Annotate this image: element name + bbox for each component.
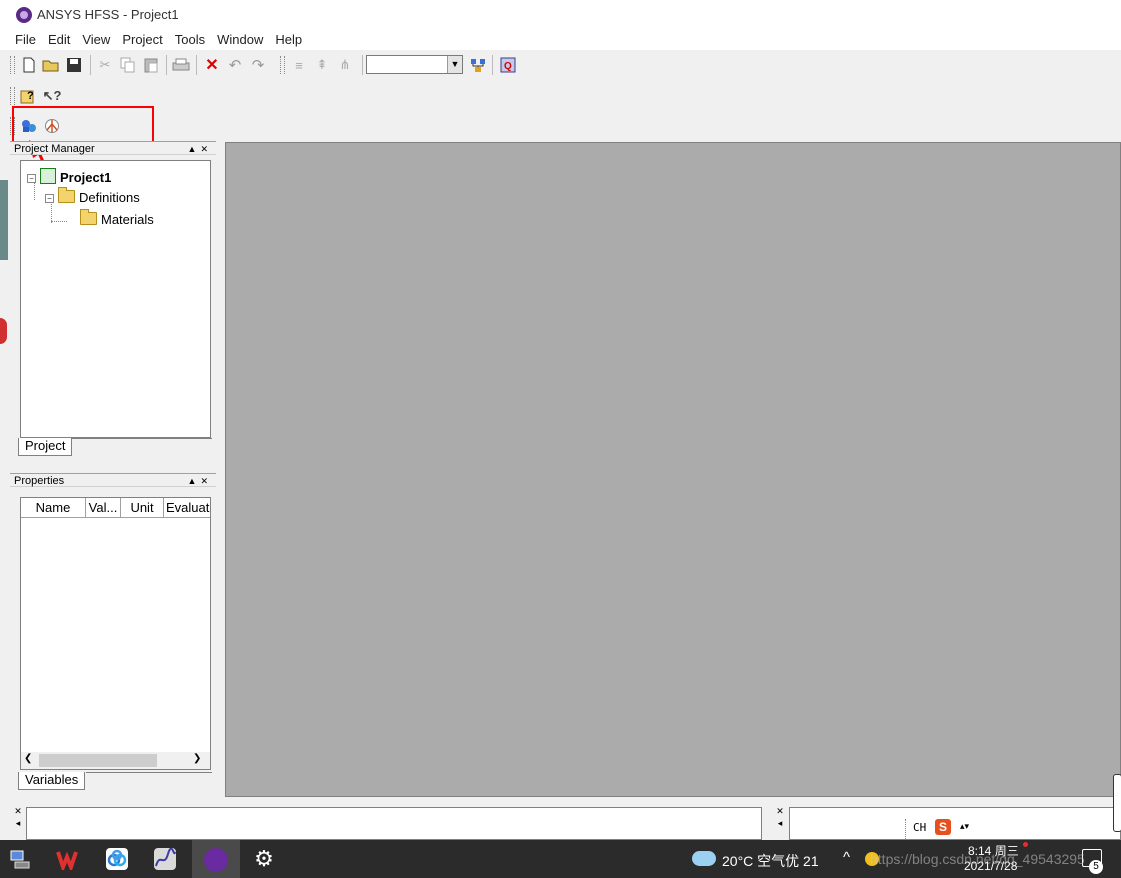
message-pane-controls: ✕ ◂ [12, 805, 24, 841]
paste-icon[interactable] [142, 56, 160, 74]
show-hidden-icons-icon[interactable]: ^ [843, 849, 850, 866]
panel-controls: ▲✕ [188, 142, 212, 156]
network-icon[interactable] [469, 56, 487, 74]
menu-help[interactable]: Help [269, 30, 308, 50]
scroll-right-icon[interactable]: ❯ [193, 753, 201, 764]
ansys-logo-icon [16, 7, 32, 23]
quick-icon[interactable]: Q [499, 56, 517, 74]
tree-item-definitions[interactable]: − Definitions [45, 187, 140, 205]
wps-office-icon[interactable] [56, 848, 82, 873]
undo-icon[interactable]: ↶ [226, 56, 244, 74]
baidu-netdisk-icon[interactable] [106, 848, 128, 870]
project-icon [40, 168, 56, 184]
align-icon[interactable]: ≡ [290, 56, 308, 74]
menu-tools[interactable]: Tools [169, 30, 211, 50]
properties-grid: Name Val... Unit Evaluat ❮ ❯ [20, 497, 211, 770]
sogou-ime-icon[interactable]: S [935, 819, 951, 835]
ime-options-icon[interactable]: ▴▾ [960, 821, 969, 832]
vertical-scroll-handle[interactable] [1113, 774, 1121, 832]
svg-text:Q: Q [504, 61, 512, 72]
save-icon[interactable] [65, 56, 83, 74]
background-window-edge [0, 180, 8, 260]
tab-variables[interactable]: Variables [18, 772, 86, 790]
horizontal-scrollbar[interactable]: ❮ ❯ [21, 752, 210, 769]
menu-edit[interactable]: Edit [42, 30, 76, 50]
print-icon[interactable] [172, 56, 190, 74]
design-combo-box[interactable]: ▼ [366, 55, 463, 74]
properties-title: Properties [14, 475, 65, 487]
collapse-icon[interactable]: − [45, 194, 54, 203]
weather-cloud-icon[interactable] [692, 851, 716, 866]
new-file-icon[interactable] [20, 56, 38, 74]
menu-view[interactable]: View [76, 30, 116, 50]
title-bar: ANSYS HFSS - Project1 [0, 0, 1121, 30]
standard-toolbar: ✂ ✕ ↶ ↷ ≡ ⇞ ⋔ Q [0, 52, 1121, 78]
design-workspace[interactable] [225, 142, 1121, 797]
menu-project[interactable]: Project [116, 30, 168, 50]
panel-controls: ▲✕ [188, 474, 212, 488]
settings-gear-icon[interactable]: ⚙ [253, 848, 275, 870]
collapse-icon[interactable]: ▲ [188, 476, 201, 486]
menu-window[interactable]: Window [211, 30, 269, 50]
tab-project[interactable]: Project [18, 438, 73, 456]
close-icon[interactable]: ✕ [14, 806, 22, 816]
project-name: Project1 [60, 170, 112, 185]
network-computer-icon[interactable] [9, 848, 33, 870]
close-icon[interactable]: ✕ [200, 476, 212, 486]
delete-icon[interactable]: ✕ [203, 56, 221, 74]
whats-this-icon[interactable]: ↖? [43, 87, 62, 105]
collapse-icon[interactable]: ◂ [16, 818, 21, 828]
watermark-text: https://blog.csdn.net/qq_49543295 [870, 851, 1085, 867]
cut-icon[interactable]: ✂ [96, 56, 114, 74]
collapse-icon[interactable]: ▲ [188, 144, 201, 154]
collapse-icon[interactable]: − [27, 174, 36, 183]
help-topics-icon[interactable]: ? [20, 87, 38, 105]
window-title: ANSYS HFSS - Project1 [37, 7, 179, 22]
redo-icon[interactable]: ↷ [249, 56, 267, 74]
ansys-hfss-icon [204, 848, 228, 872]
toolbar-grip-2[interactable] [280, 56, 285, 74]
menu-bar: File Edit View Project Tools Window Help [0, 30, 1121, 50]
message-manager[interactable] [26, 807, 762, 840]
tree-item-project[interactable]: − Project1 [27, 168, 111, 185]
open-folder-icon[interactable] [42, 56, 60, 74]
notification-dot [1023, 842, 1028, 847]
tree-item-materials[interactable]: Materials [80, 209, 154, 227]
menu-file[interactable]: File [9, 30, 42, 50]
up-icon[interactable]: ⇞ [313, 56, 331, 74]
column-header-evaluated[interactable]: Evaluat [164, 498, 210, 518]
matlab-plot-icon[interactable] [154, 847, 176, 870]
ime-indicator[interactable]: CH [913, 821, 926, 834]
weather-text[interactable]: 20°C 空气优 21 [722, 851, 819, 871]
progress-pane-controls: ✕ ◂ [774, 805, 786, 841]
chevron-down-icon[interactable]: ▼ [447, 56, 462, 73]
tree-icon[interactable]: ⋔ [336, 56, 354, 74]
project-manager-title: Project Manager [14, 143, 95, 155]
toolbar-grip[interactable] [10, 56, 15, 74]
taskbar-active-app[interactable] [192, 840, 240, 878]
scrollbar-thumb[interactable] [39, 754, 157, 767]
project-tree: − Project1 − Definitions Materials [20, 160, 211, 438]
help-toolbar: ? ↖? [0, 84, 200, 108]
close-icon[interactable]: ✕ [200, 144, 212, 154]
toolbar-grip-3[interactable] [10, 87, 15, 105]
copy-icon[interactable] [119, 56, 137, 74]
materials-label: Materials [101, 212, 154, 227]
project-manager-header: Project Manager ▲✕ [10, 141, 216, 155]
notification-count-badge: 5 [1089, 860, 1103, 874]
collapse-icon[interactable]: ◂ [778, 818, 783, 828]
progress-window[interactable] [789, 807, 1121, 840]
folder-icon [58, 187, 75, 203]
background-app-icon [0, 318, 7, 344]
scroll-left-icon[interactable]: ❮ [24, 753, 32, 764]
folder-icon [80, 209, 97, 225]
properties-header: Properties ▲✕ [10, 473, 216, 487]
bottom-panes: ✕ ◂ ✕ ◂ CH S ▴▾ [0, 774, 1121, 841]
svg-text:?: ? [27, 90, 34, 102]
column-header-name[interactable]: Name [21, 498, 86, 518]
column-header-value[interactable]: Val... [86, 498, 121, 518]
close-icon[interactable]: ✕ [776, 806, 784, 816]
column-header-unit[interactable]: Unit [121, 498, 164, 518]
definitions-label: Definitions [79, 190, 140, 205]
